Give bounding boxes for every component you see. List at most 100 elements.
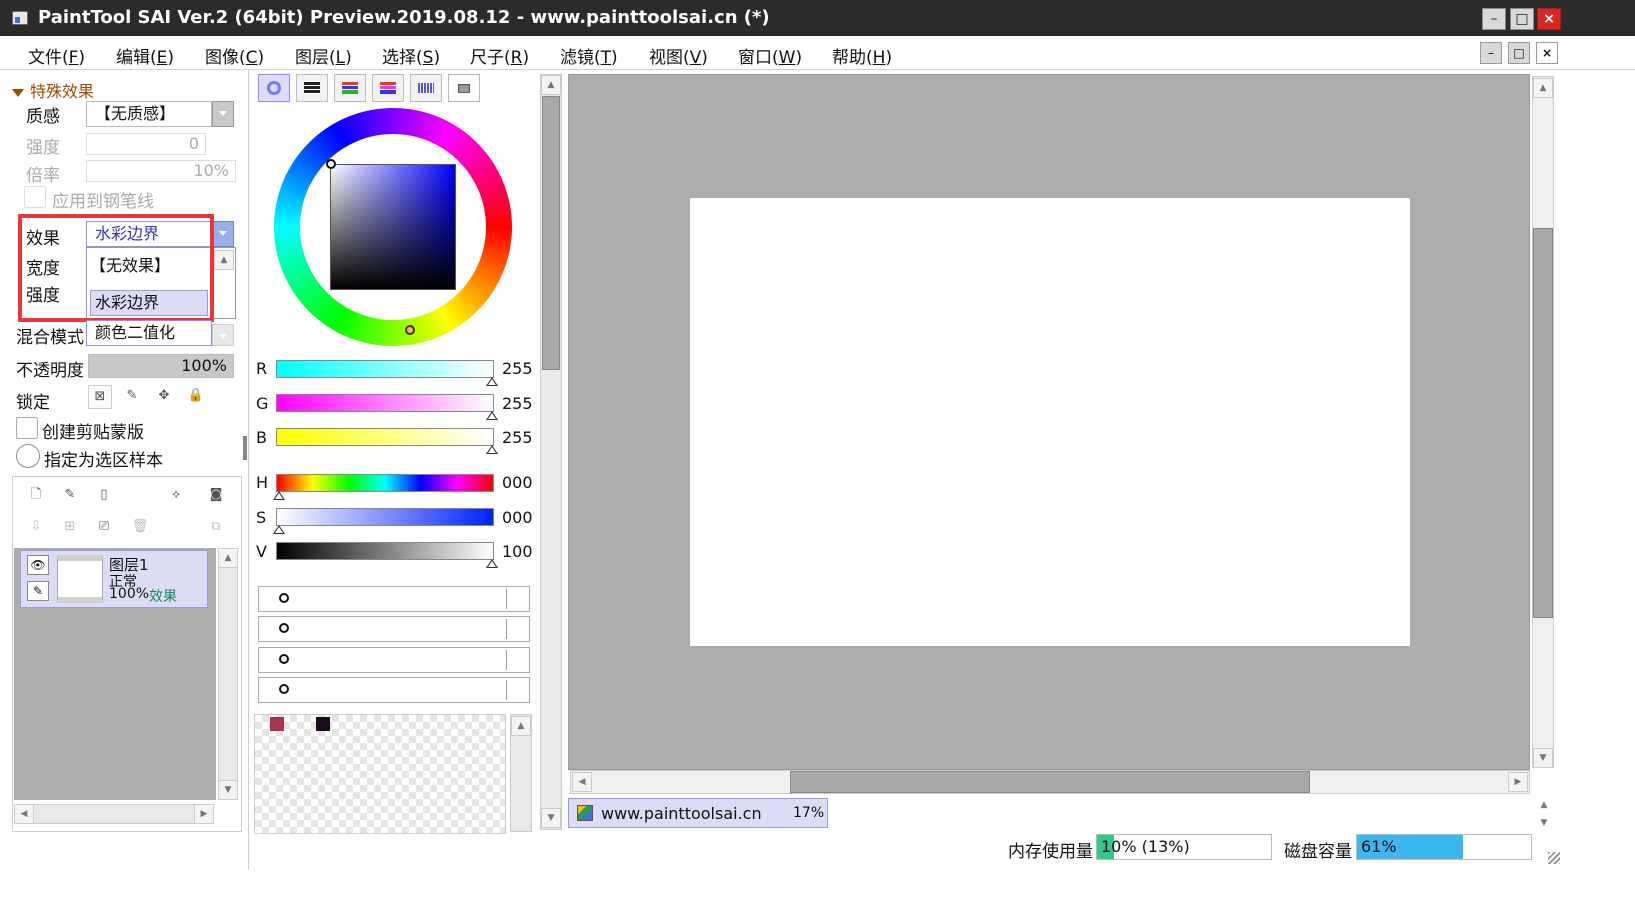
minimize-button[interactable]: –: [1482, 8, 1506, 30]
merge-down-icon[interactable]: ⊞: [58, 516, 82, 540]
b-value[interactable]: 255: [502, 428, 533, 447]
hue-picker-marker[interactable]: [405, 325, 415, 335]
selection-source-radio[interactable]: [16, 444, 40, 468]
clear-layer-icon[interactable]: ⎚: [92, 516, 116, 540]
layer-scroll-up-icon[interactable]: ▲: [218, 548, 238, 568]
canvas-hscroll-thumb[interactable]: [790, 771, 1310, 793]
lock-move-icon[interactable]: ✥: [152, 385, 176, 409]
opacity-slider[interactable]: 100%: [88, 354, 234, 378]
scratchpad-tab[interactable]: [448, 74, 480, 102]
transfer-down-icon[interactable]: ⇩: [24, 516, 48, 540]
resize-grip-icon[interactable]: [1548, 852, 1560, 864]
saturation-value-square[interactable]: [330, 164, 456, 290]
panel-scroll-down-icon[interactable]: ▼: [541, 808, 561, 828]
g-value[interactable]: 255: [502, 394, 533, 413]
swatch-1[interactable]: [270, 717, 284, 731]
panel-resize-handle[interactable]: [243, 436, 247, 460]
s-slider-thumb[interactable]: [273, 525, 285, 534]
new-layer-icon[interactable]: 🗋: [24, 484, 48, 508]
menu-image[interactable]: 图像(C): [205, 43, 264, 68]
menu-ruler[interactable]: 尺子(R): [470, 43, 529, 68]
effects-section-header[interactable]: 特殊效果: [12, 78, 94, 102]
v-value[interactable]: 100: [502, 542, 533, 561]
menu-view[interactable]: 视图(V): [649, 43, 708, 68]
color-mixer-tab[interactable]: [372, 74, 404, 102]
menu-window[interactable]: 窗口(W): [738, 43, 802, 68]
brush-slider-1[interactable]: [258, 586, 530, 612]
rgb-slider-tab[interactable]: [296, 74, 328, 102]
slider-knob[interactable]: [279, 593, 289, 603]
brush-slider-3[interactable]: [258, 647, 530, 673]
canvas-paper[interactable]: [690, 198, 1410, 646]
color-swatch-area[interactable]: [254, 714, 506, 834]
layer-scroll-down-icon[interactable]: ▼: [218, 780, 238, 800]
title-bar[interactable]: PaintTool SAI Ver.2 (64bit) Preview.2019…: [0, 0, 1635, 36]
clipping-mask-checkbox[interactable]: [16, 417, 38, 439]
b-slider[interactable]: [276, 428, 494, 446]
nav-scroll-up-icon[interactable]: ▲: [1534, 796, 1554, 816]
h-slider[interactable]: [276, 474, 494, 492]
hsv-slider-tab[interactable]: [334, 74, 366, 102]
g-slider[interactable]: [276, 394, 494, 412]
panel-scroll-up-icon[interactable]: ▲: [541, 75, 561, 95]
canvas-scroll-up-icon[interactable]: ▲: [1533, 78, 1553, 98]
menu-select[interactable]: 选择(S): [382, 43, 440, 68]
maximize-button[interactable]: □: [1510, 8, 1534, 30]
nav-scroll-down-icon[interactable]: ▼: [1534, 814, 1554, 834]
canvas-scroll-down-icon[interactable]: ▼: [1533, 748, 1553, 768]
doc-restore-button[interactable]: □: [1508, 42, 1530, 64]
menu-layer[interactable]: 图层(L): [295, 43, 352, 68]
effect-dropdown-arrow-icon[interactable]: [212, 221, 234, 247]
slider-knob[interactable]: [279, 684, 289, 694]
swatch-tab[interactable]: [410, 74, 442, 102]
menu-file[interactable]: 文件(F): [28, 43, 85, 68]
h-slider-thumb[interactable]: [273, 491, 285, 500]
scale-input[interactable]: 10%: [86, 160, 236, 182]
brush-slider-4[interactable]: [258, 677, 530, 703]
menu-edit[interactable]: 编辑(E): [116, 43, 174, 68]
layer-mask-icon[interactable]: ◙: [204, 484, 228, 508]
s-slider[interactable]: [276, 508, 494, 526]
color-wheel-tab[interactable]: [258, 74, 290, 102]
document-tab[interactable]: www.painttoolsai.cn 17%: [568, 798, 828, 828]
layer-row[interactable]: 👁 ✎ 图层1 正常 100% 效果: [20, 550, 208, 608]
lock-transparency-icon[interactable]: ⊠: [88, 385, 112, 409]
canvas-scroll-left-icon[interactable]: ◀: [572, 772, 592, 792]
layer-list-hscrollbar[interactable]: [14, 804, 214, 824]
menu-filter[interactable]: 滤镜(T): [560, 43, 618, 68]
dropdown-scroll-up-icon[interactable]: ▲: [214, 250, 234, 270]
layer-visibility-eye-icon[interactable]: 👁: [27, 555, 49, 575]
slider-knob[interactable]: [279, 654, 289, 664]
new-folder-icon[interactable]: ▯: [92, 484, 116, 508]
h-value[interactable]: 000: [502, 473, 533, 492]
blend-mode-dropdown[interactable]: 颜色二值化: [86, 320, 212, 346]
r-slider[interactable]: [276, 360, 494, 378]
delete-layer-icon[interactable]: 🗑: [128, 516, 152, 540]
slider-knob[interactable]: [279, 623, 289, 633]
v-slider-thumb[interactable]: [486, 559, 498, 568]
s-value[interactable]: 000: [502, 508, 533, 527]
b-slider-thumb[interactable]: [486, 445, 498, 454]
layer-list-scrollbar[interactable]: [218, 548, 238, 800]
apply-pen-checkbox[interactable]: [24, 186, 46, 208]
doc-minimize-button[interactable]: –: [1480, 42, 1502, 64]
g-slider-thumb[interactable]: [486, 411, 498, 420]
doc-close-button[interactable]: ×: [1536, 42, 1558, 64]
v-slider[interactable]: [276, 542, 494, 560]
new-linework-layer-icon[interactable]: ✎: [58, 484, 82, 508]
texture-dropdown[interactable]: 【无质感】: [86, 101, 212, 127]
texture-dropdown-arrow-icon[interactable]: [212, 101, 234, 127]
sv-picker-marker[interactable]: [326, 159, 336, 169]
blend-mode-arrow-icon[interactable]: [212, 324, 234, 346]
r-slider-thumb[interactable]: [486, 377, 498, 386]
apply-mask-icon[interactable]: ⧉: [204, 516, 228, 540]
r-value[interactable]: 255: [502, 359, 533, 378]
canvas-scroll-right-icon[interactable]: ▶: [1508, 772, 1528, 792]
layer-effect-icon[interactable]: ⟡: [164, 484, 188, 508]
brush-slider-2[interactable]: [258, 616, 530, 642]
swatch-2[interactable]: [316, 717, 330, 731]
layer-scroll-right-icon[interactable]: ▶: [194, 804, 214, 824]
panel-scroll-thumb[interactable]: [542, 96, 560, 370]
close-button[interactable]: ×: [1537, 8, 1561, 30]
lock-all-icon[interactable]: 🔒: [184, 385, 208, 409]
